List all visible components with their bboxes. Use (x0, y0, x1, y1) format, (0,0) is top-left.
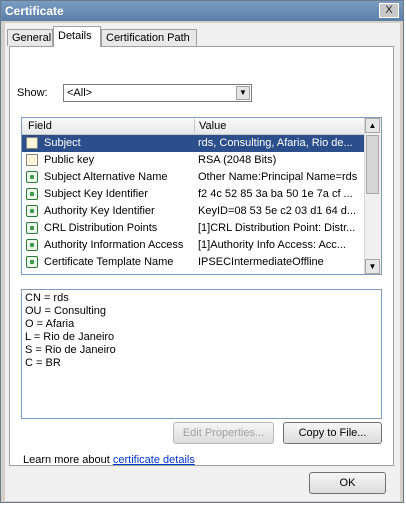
list-row-subject[interactable]: Subject rds, Consulting, Afaria, Rio de.… (22, 135, 364, 152)
field-detail-text[interactable]: CN = rds OU = Consulting O = Afaria L = … (21, 289, 382, 419)
tab-certification-path[interactable]: Certification Path (101, 29, 197, 46)
scroll-up-icon[interactable]: ▲ (365, 118, 380, 133)
detail-line: CN = rds (25, 292, 69, 304)
list-row-subject-alternative-name[interactable]: Subject Alternative Name Other Name:Prin… (22, 169, 364, 186)
detail-line: O = Afaria (25, 318, 75, 330)
list-row-certificate-template-name[interactable]: Certificate Template Name IPSECIntermedi… (22, 254, 364, 271)
detail-line: S = Rio de Janeiro (25, 344, 116, 356)
row-value: RSA (2048 Bits) (198, 154, 277, 166)
list-row-subject-key-identifier[interactable]: Subject Key Identifier f2 4c 52 85 3a ba… (22, 186, 364, 203)
row-field: CRL Distribution Points (44, 222, 158, 234)
chevron-down-icon[interactable]: ▼ (236, 86, 250, 100)
edit-properties-button[interactable]: Edit Properties... (173, 422, 274, 444)
learn-more-prefix: Learn more about (23, 454, 110, 466)
tab-general[interactable]: General (7, 29, 53, 46)
extension-icon (26, 239, 38, 251)
row-value: [1]Authority Info Access: Acc... (198, 239, 346, 251)
row-field: Subject Key Identifier (44, 188, 148, 200)
row-value: Other Name:Principal Name=rds (198, 171, 358, 183)
window-title: Certificate (5, 4, 64, 18)
vertical-scrollbar[interactable]: ▲ ▼ (364, 118, 381, 274)
close-icon: X (385, 4, 393, 16)
dialog-client: General Details Certification Path Show:… (5, 23, 400, 501)
extension-icon (26, 171, 38, 183)
certificate-details-link[interactable]: certificate details (113, 454, 195, 466)
field-list[interactable]: Field Value Subject rds, Consulting, Afa… (21, 117, 382, 275)
row-field: Public key (44, 154, 95, 166)
column-divider[interactable] (194, 119, 195, 133)
row-field: Authority Information Access (44, 239, 184, 251)
learn-more-text: Learn more about certificate details (23, 454, 195, 466)
extension-icon (26, 256, 38, 268)
row-field: Subject Alternative Name (44, 171, 168, 183)
extension-icon (26, 222, 38, 234)
detail-line: OU = Consulting (25, 305, 107, 317)
certificate-dialog: Certificate X General Details Certificat… (0, 0, 404, 503)
tab-details[interactable]: Details (53, 26, 101, 47)
certificate-icon (26, 154, 38, 166)
list-row-authority-information-access[interactable]: Authority Information Access [1]Authorit… (22, 237, 364, 254)
close-button[interactable]: X (379, 3, 399, 18)
row-value: IPSECIntermediateOffline (198, 256, 324, 268)
show-dropdown[interactable]: <All> ▼ (63, 84, 252, 102)
list-row-public-key[interactable]: Public key RSA (2048 Bits) (22, 152, 364, 169)
scroll-thumb[interactable] (366, 135, 379, 194)
row-value: f2 4c 52 85 3a ba 50 1e 7a cf ... (198, 188, 353, 200)
row-field: Certificate Template Name (44, 256, 174, 268)
extension-icon (26, 188, 38, 200)
show-dropdown-value: <All> (67, 87, 93, 99)
ok-button[interactable]: OK (309, 472, 386, 494)
scroll-down-icon[interactable]: ▼ (365, 259, 380, 274)
show-label: Show: (17, 87, 48, 99)
row-value: [1]CRL Distribution Point: Distr... (198, 222, 356, 234)
column-header-field[interactable]: Field (28, 120, 52, 132)
detail-line: L = Rio de Janeiro (25, 331, 115, 343)
list-row-authority-key-identifier[interactable]: Authority Key Identifier KeyID=08 53 5e … (22, 203, 364, 220)
title-bar[interactable]: Certificate X (1, 1, 403, 21)
column-header-value[interactable]: Value (199, 120, 226, 132)
tab-strip: General Details Certification Path (5, 23, 400, 47)
row-field: Authority Key Identifier (44, 205, 155, 217)
certificate-icon (26, 137, 38, 149)
detail-line: C = BR (25, 357, 61, 369)
extension-icon (26, 205, 38, 217)
row-value: KeyID=08 53 5e c2 03 d1 64 d... (198, 205, 357, 217)
row-field: Subject (44, 137, 81, 149)
list-row-crl-distribution-points[interactable]: CRL Distribution Points [1]CRL Distribut… (22, 220, 364, 237)
copy-to-file-button[interactable]: Copy to File... (283, 422, 382, 444)
details-panel: Show: <All> ▼ Field Value Subject rds, C… (9, 46, 394, 466)
row-value: rds, Consulting, Afaria, Rio de... (198, 137, 353, 149)
list-header: Field Value (22, 118, 364, 135)
